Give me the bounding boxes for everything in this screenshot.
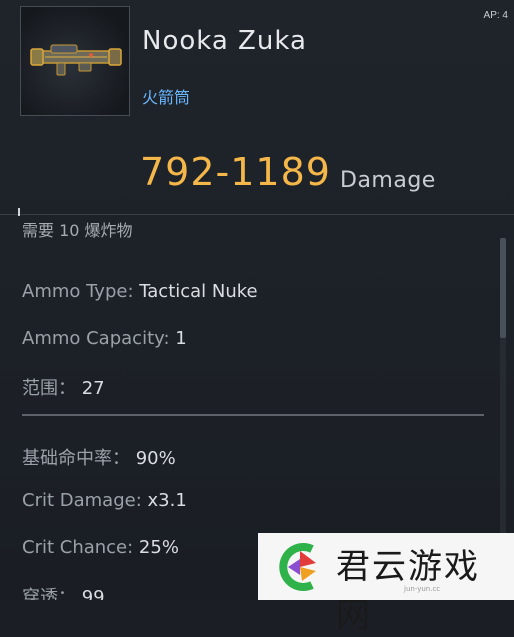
item-tooltip: AP: 4 Nooka Zuka 火箭筒 792-1189 Damage 需要 … [0, 0, 514, 636]
damage-label: Damage [340, 168, 436, 193]
colorful-c-logo [279, 543, 316, 591]
stat-label: Crit Damage: [22, 490, 148, 511]
stat-crit-damage: Crit Damage: x3.1 [22, 490, 187, 511]
stat-base-hit-chance: 基础命中率： 90% [22, 444, 176, 470]
stat-label: Ammo Type: [22, 281, 140, 302]
stat-value: 99 [81, 587, 105, 600]
requirement-text-cutoff: 需要 10 爆炸物 [22, 221, 133, 240]
stat-ammo-capacity: Ammo Capacity: 1 [22, 328, 187, 349]
stat-label: Crit Chance: [22, 537, 139, 558]
stat-ammo-type: Ammo Type: Tactical Nuke [22, 281, 258, 302]
stat-label: 基础命中率： [22, 448, 136, 469]
scrollbar-thumb[interactable] [500, 238, 506, 338]
stat-value: Tactical Nuke [139, 281, 258, 302]
stat-value: 1 [175, 328, 187, 349]
stats-divider [22, 414, 484, 416]
stat-range: 范围： 27 [22, 374, 105, 400]
watermark: 君云游戏网 jun-yun.cc [258, 533, 514, 636]
damage-range: 792-1189 [140, 150, 331, 194]
stat-value: 90% [135, 448, 176, 469]
stat-value: 27 [81, 378, 105, 399]
action-points-label: AP: 4 [483, 10, 508, 21]
stat-label: 穿透： [22, 587, 82, 600]
item-type: 火箭筒 [142, 88, 191, 107]
stat-penetration: 穿透： 99 [22, 583, 105, 600]
stat-label: 范围： [22, 378, 82, 399]
item-name: Nooka Zuka [142, 26, 307, 56]
item-icon-frame[interactable] [20, 6, 130, 116]
stat-value: 25% [138, 537, 179, 558]
rocket-launcher-icon [30, 44, 122, 76]
stat-label: Ammo Capacity: [22, 328, 176, 349]
stat-value: x3.1 [147, 490, 187, 511]
watermark-subtext: jun-yun.cc [404, 585, 441, 593]
stat-crit-chance: Crit Chance: 25% [22, 537, 179, 558]
